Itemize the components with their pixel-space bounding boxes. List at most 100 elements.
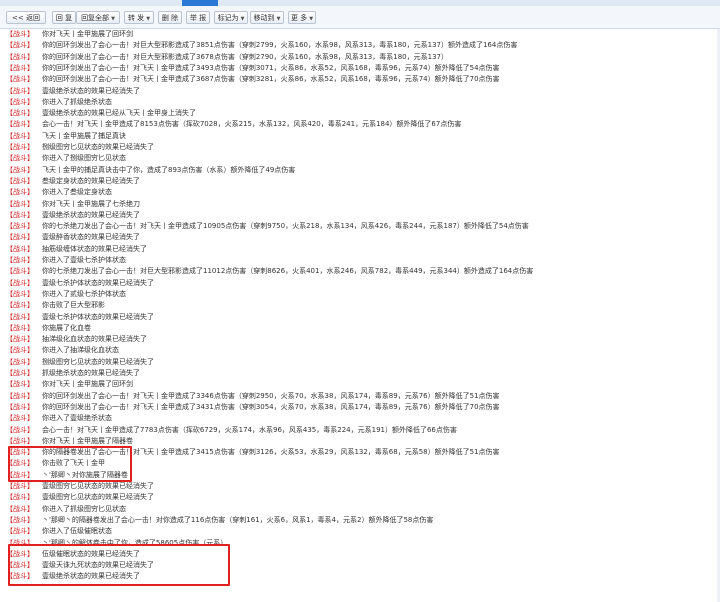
log-entry-text: 壹级绝杀状态的效果已经消失了: [42, 86, 140, 95]
log-entry-text: 你的回环剑发出了会心一击！对飞天丨金甲造成了3431点伤害（穿刺3054，火系7…: [42, 402, 500, 411]
log-entry-text: 丶'那卿丶的隔器卷发出了会心一击！对你造成了116点伤害（穿刺161，火系6，风…: [42, 515, 434, 524]
log-entry-text: 抽涕级化血状态的效果已经消失了: [42, 335, 147, 344]
log-entry-tag: 【战斗】: [6, 515, 34, 524]
reply-all-button[interactable]: 回复全部 ▼: [76, 11, 120, 24]
log-entry-text: 你进入了壹级绝杀状态: [42, 414, 112, 423]
log-entry-tag: 【战斗】: [6, 323, 34, 332]
log-entry-text: 你对飞天丨金甲施展了隔器卷: [42, 436, 133, 445]
delete-button[interactable]: 删 除: [158, 11, 182, 24]
forward-label: 转 发: [127, 14, 145, 22]
log-entry-text: 你的隔器卷发出了会心一击！对飞天丨金甲造成了3415点伤害（穿刺3126，火系5…: [42, 448, 500, 457]
log-entry-tag: 【战斗】: [6, 244, 34, 253]
log-entry-tag: 【战斗】: [6, 120, 34, 129]
chevron-down-icon: ▼: [111, 16, 115, 22]
log-entry-text: 你对飞天丨金甲施展了回环剑: [42, 380, 133, 389]
log-entry-text: 壹级图穷匕见状态的效果已经消失了: [42, 482, 154, 490]
log-entry-tag: 【战斗】: [6, 414, 34, 423]
log-entry-text: 丶'那卿丶对你施展了隔器卷: [42, 470, 128, 479]
log-entry-tag: 【战斗】: [6, 312, 34, 321]
back-button[interactable]: << 返回: [6, 11, 46, 24]
log-entry-tag: 【战斗】: [6, 109, 34, 118]
more-label: 更 多: [290, 14, 308, 22]
log-entry-text: 你的七杀绝刀发出了会心一击！对飞天丨金甲造成了10905点伤害（穿刺9750，火…: [42, 222, 529, 231]
log-entry-text: 壹级绝杀状态的效果已经消失了: [42, 572, 140, 581]
log-entry-tag: 【战斗】: [6, 165, 34, 174]
log-entry-text: 会心一击！对飞天丨金甲造成了8153点伤害（挥砍7028，火系215，水系132…: [42, 120, 462, 129]
more-button[interactable]: 更 多 ▼: [288, 11, 316, 24]
log-entry-text: 你对飞天丨金甲施展了七杀绝刀: [42, 199, 140, 208]
log-entry-tag: 【战斗】: [6, 188, 34, 197]
log-entry-text: 你进入了抓级绝杀状态: [42, 97, 112, 106]
log-entry-text: 你的回环剑发出了会心一击！对巨大型邪影造成了3678点伤害（穿刺2790，火系1…: [42, 52, 448, 61]
log-entry-tag: 【战斗】: [6, 289, 34, 298]
log-entry-tag: 【战斗】: [6, 504, 34, 513]
log-entry-text: 你进入了贰级七杀护体状态: [42, 289, 126, 298]
log-entry-text: 壹级绝杀状态的效果已经消失了: [42, 210, 140, 219]
move-to-button[interactable]: 移动到 ▼: [250, 11, 284, 24]
log-entry-tag: 【战斗】: [6, 154, 34, 163]
log-entry-tag: 【战斗】: [6, 256, 34, 264]
log-entry-text: 你施展了化血卷: [42, 323, 91, 332]
forward-button[interactable]: 转 发 ▼: [124, 11, 154, 24]
log-entry-tag: 【战斗】: [6, 267, 34, 276]
log-entry-tag: 【战斗】: [6, 75, 34, 84]
log-entry-tag: 【战斗】: [6, 278, 34, 287]
log-entry-text: 你对飞天丨金甲施展了回环剑: [42, 30, 133, 38]
log-entry-tag: 【战斗】: [6, 391, 34, 400]
log-entry-tag: 【战斗】: [6, 561, 34, 570]
log-entry-tag: 【战斗】: [6, 425, 34, 434]
log-entry-tag: 【战斗】: [6, 335, 34, 344]
log-entry-text: 你进入了抓级图穷匕见状态: [42, 504, 126, 513]
log-entry-tag: 【战斗】: [6, 448, 34, 457]
mark-as-button[interactable]: 标记为 ▼: [214, 11, 248, 24]
log-entry-text: 捌级图穷匕见状态的效果已经消失了: [42, 357, 154, 366]
report-button[interactable]: 举 报: [186, 11, 210, 24]
reply-button[interactable]: 回 复: [52, 11, 76, 24]
log-entry-tag: 【战斗】: [6, 222, 34, 231]
log-entry-tag: 【战斗】: [6, 369, 34, 377]
chevron-down-icon: ▼: [276, 16, 281, 22]
log-entry-tag: 【战斗】: [6, 97, 34, 106]
log-entry-text: 飞天丨金甲施展了捕足真诀: [42, 131, 126, 140]
log-entry-text: 你的回环剑发出了会心一击！对飞天丨金甲造成了3687点伤害（穿刺3281，火系8…: [42, 75, 500, 84]
log-entry-text: 壹级七杀护体状态的效果已经消失了: [42, 278, 154, 287]
log-entry-tag: 【战斗】: [6, 357, 34, 366]
log-entry-text: 你进入了捌级图穷匕见状态: [42, 154, 126, 163]
log-entry-tag: 【战斗】: [6, 549, 34, 558]
log-entry-text: 伍级催眠状态的效果已经消失了: [42, 549, 140, 558]
log-entry-text: 捌级图穷匕见状态的效果已经消失了: [42, 143, 154, 151]
log-entry-text: 你进入了伍级催眠状态: [42, 527, 112, 536]
log-entry-tag: 【战斗】: [6, 527, 34, 536]
log-entry-tag: 【战斗】: [6, 459, 34, 468]
log-entry-tag: 【战斗】: [6, 538, 34, 547]
log-entry-text: 飞天丨金甲的捕足真诀击中了你，造成了893点伤害（水系）额外降低了49点伤害: [42, 165, 296, 174]
log-entry-text: 你击败了巨大型邪影: [42, 301, 105, 310]
log-entry-text: 壹级七杀护体状态的效果已经消失了: [42, 312, 154, 321]
log-entry-tag: 【战斗】: [6, 380, 34, 389]
log-entry-tag: 【战斗】: [6, 131, 34, 140]
chevron-down-icon: ▼: [240, 16, 245, 22]
log-entry-tag: 【战斗】: [6, 436, 34, 445]
log-entry-tag: 【战斗】: [6, 482, 34, 490]
log-entry-tag: 【战斗】: [6, 30, 34, 38]
log-entry-tag: 【战斗】: [6, 52, 34, 61]
log-entry-text: 壹级绝杀状态的效果已经从飞天丨金甲身上消失了: [42, 109, 196, 118]
log-entry-tag: 【战斗】: [6, 210, 34, 219]
log-entry-text: 抽筋级缠体状态的效果已经消失了: [42, 244, 147, 253]
log-entry-tag: 【战斗】: [6, 301, 34, 310]
reply-all-label: 回复全部: [81, 14, 110, 22]
log-entry-tag: 【战斗】: [6, 233, 34, 242]
log-entry-text: 丶'那卿丶的解体卷击中了你，造成了58605点伤害（元系）: [42, 538, 228, 547]
log-entry-text: 壹级醉香状态的效果已经消失了: [42, 233, 140, 242]
log-entry-tag: 【战斗】: [6, 572, 34, 581]
log-entry-tag: 【战斗】: [6, 143, 34, 151]
log-entry-tag: 【战斗】: [6, 402, 34, 411]
log-entry-tag: 【战斗】: [6, 346, 34, 355]
move-to-label: 移动到: [253, 14, 275, 22]
log-entry-tag: 【战斗】: [6, 493, 34, 502]
log-entry-text: 壹级图穷匕见状态的效果已经消失了: [42, 493, 154, 502]
chevron-down-icon: ▼: [309, 16, 314, 22]
log-entry-tag: 【战斗】: [6, 86, 34, 95]
mark-as-label: 标记为: [217, 14, 239, 22]
log-entry-tag: 【战斗】: [6, 63, 34, 72]
